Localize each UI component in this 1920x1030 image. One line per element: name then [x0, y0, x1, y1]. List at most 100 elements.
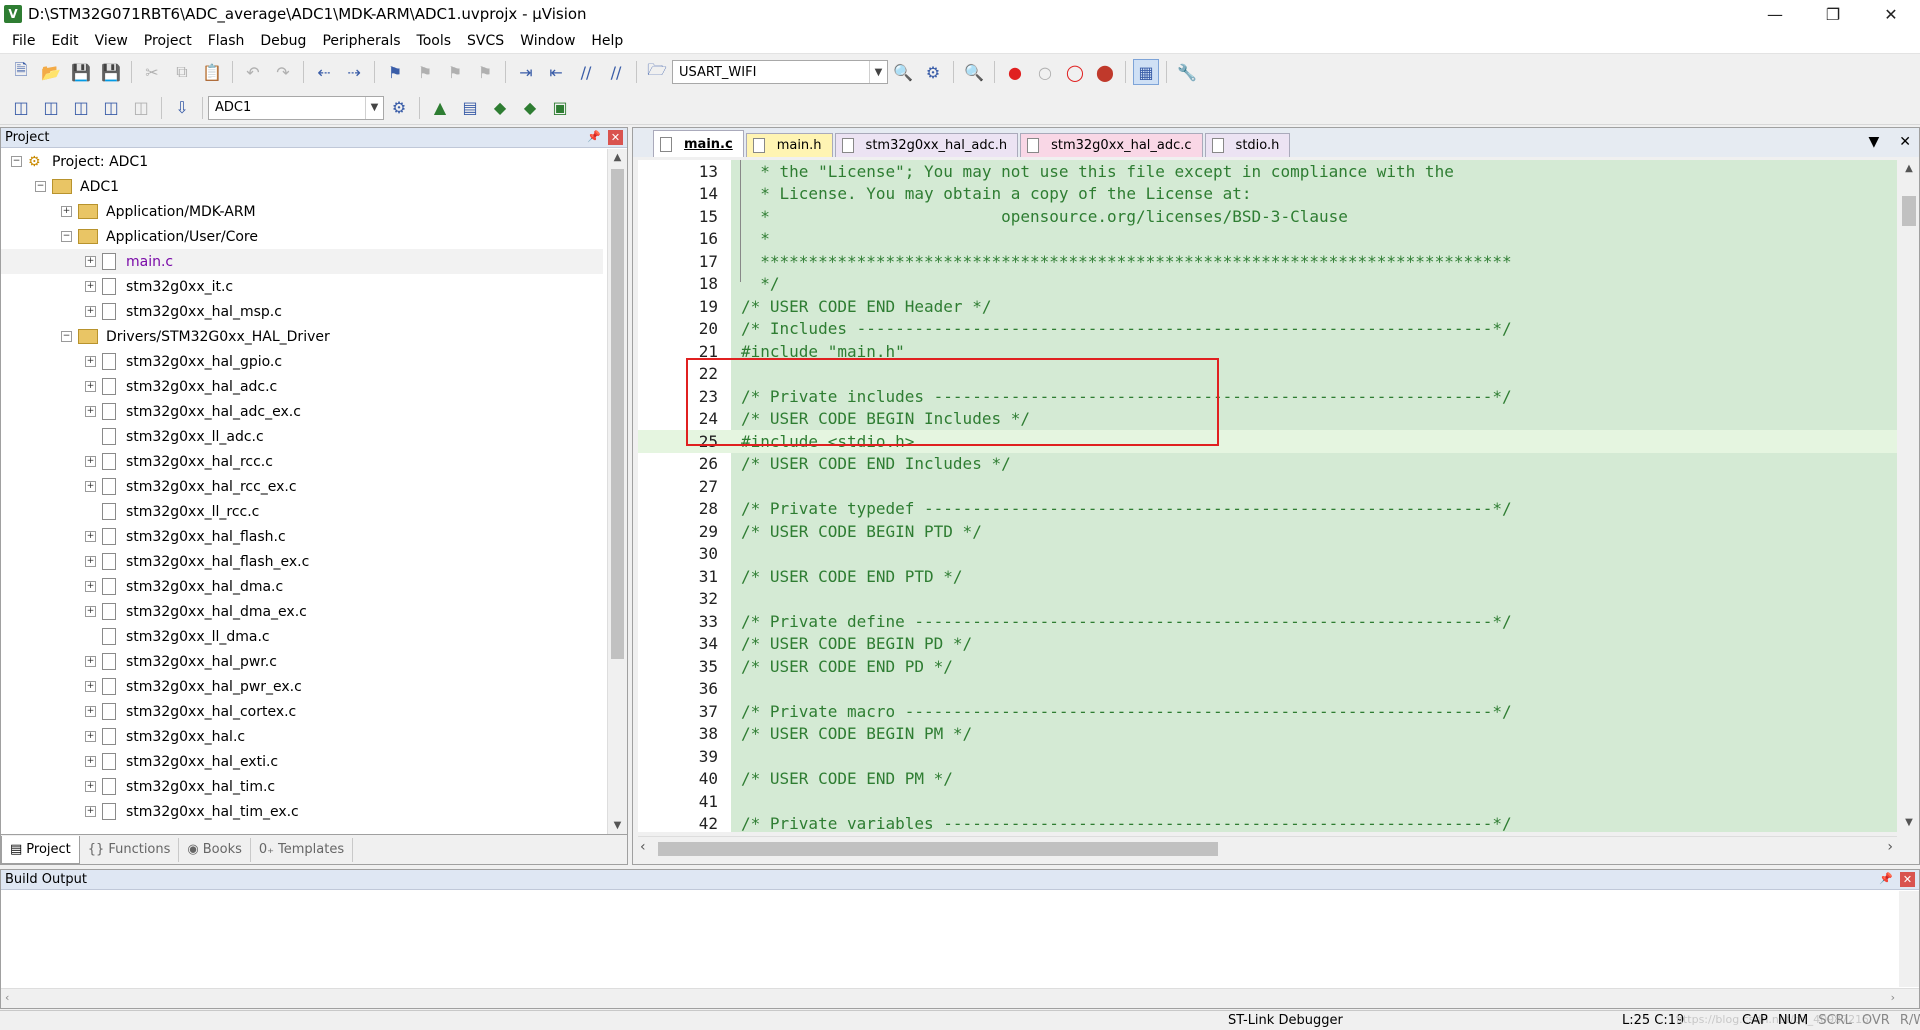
tree-file[interactable]: + stm32g0xx_hal_pwr.c [1, 649, 603, 674]
editor-tab-main-h[interactable]: main.h [745, 133, 833, 157]
build-output-text[interactable] [1, 891, 1899, 987]
undo-icon[interactable]: ↶ [240, 59, 266, 85]
tree-file[interactable]: + main.c [1, 249, 603, 274]
build-icon[interactable]: ◫ [38, 95, 64, 121]
tree-file[interactable]: + stm32g0xx_hal_dma.c [1, 574, 603, 599]
expand-icon[interactable]: + [85, 456, 96, 467]
code-line[interactable]: 38 /* USER CODE BEGIN PM */ [638, 723, 1897, 746]
new-file-icon[interactable]: 🗎 [8, 59, 34, 85]
expand-icon[interactable]: + [85, 556, 96, 567]
tree-file[interactable]: + stm32g0xx_hal_tim_ex.c [1, 799, 603, 824]
tree-file[interactable]: + stm32g0xx_hal_msp.c [1, 299, 603, 324]
tree-file[interactable]: + stm32g0xx_hal_adc_ex.c [1, 399, 603, 424]
wrench-icon[interactable]: 🔧 [1174, 59, 1200, 85]
editor-tab-main-c[interactable]: main.c [653, 130, 744, 157]
start-debug-icon[interactable]: 🔍 [961, 59, 987, 85]
expand-icon[interactable]: + [85, 706, 96, 717]
navigate-forward-icon[interactable]: ⇢ [341, 59, 367, 85]
stop-build-icon[interactable]: ◫ [128, 95, 154, 121]
restore-button[interactable]: ❐ [1804, 0, 1862, 28]
code-line[interactable]: 31 /* USER CODE END PTD */ [638, 565, 1897, 588]
window-layout-icon[interactable]: ▦ [1133, 59, 1159, 85]
code-line[interactable]: 20 /* Includes --------------------------… [638, 318, 1897, 341]
scrollbar-thumb[interactable] [611, 169, 624, 659]
indent-icon[interactable]: ⇥ [513, 59, 539, 85]
code-line[interactable]: 27 [638, 475, 1897, 498]
editor-horizontal-scrollbar[interactable]: ‹ › [638, 836, 1897, 860]
editor-vertical-scrollbar[interactable]: ▲ ▼ [1899, 160, 1919, 832]
tree-target[interactable]: − ADC1 [1, 174, 603, 199]
uncomment-icon[interactable]: // [603, 59, 629, 85]
expand-icon[interactable]: + [85, 781, 96, 792]
cut-icon[interactable]: ✂ [139, 59, 165, 85]
close-tab-icon[interactable]: ✕ [1899, 134, 1911, 150]
menu-flash[interactable]: Flash [200, 28, 253, 54]
tree-file[interactable]: + stm32g0xx_hal_rcc.c [1, 449, 603, 474]
scroll-down-icon[interactable]: ▼ [1899, 814, 1919, 832]
translate-icon[interactable]: ◫ [8, 95, 34, 121]
chevron-down-icon[interactable]: ▼ [365, 96, 383, 119]
code-line[interactable]: 26 /* USER CODE END Includes */ [638, 453, 1897, 476]
expand-icon[interactable]: + [85, 406, 96, 417]
manage-rte-icon[interactable]: ◆ [487, 95, 513, 121]
collapse-icon[interactable]: − [35, 181, 46, 192]
code-line[interactable]: 37 /* Private macro ---------------------… [638, 700, 1897, 723]
tab-books[interactable]: ◉ Books [179, 837, 251, 862]
tree-file[interactable]: + stm32g0xx_hal_tim.c [1, 774, 603, 799]
minimize-button[interactable]: — [1746, 0, 1804, 28]
menu-tools[interactable]: Tools [409, 28, 460, 54]
build-output-horizontal-scrollbar[interactable]: ‹ › [1, 988, 1919, 1008]
close-window-button[interactable]: ✕ [1862, 0, 1920, 28]
tree-file[interactable]: + stm32g0xx_hal_exti.c [1, 749, 603, 774]
code-line[interactable]: 34 /* USER CODE BEGIN PD */ [638, 633, 1897, 656]
expand-icon[interactable]: + [85, 581, 96, 592]
menu-window[interactable]: Window [512, 28, 583, 54]
pin-icon[interactable]: 📌 [1879, 872, 1893, 885]
expand-icon[interactable]: + [85, 381, 96, 392]
code-area[interactable]: 13 * the "License"; You may not use this… [638, 160, 1897, 832]
code-line[interactable]: 30 [638, 543, 1897, 566]
scrollbar-thumb[interactable] [658, 842, 1218, 856]
expand-icon[interactable]: + [85, 806, 96, 817]
target-options-icon[interactable]: ⚙ [386, 95, 412, 121]
build-output-vertical-scrollbar[interactable] [1899, 891, 1919, 987]
tree-group[interactable]: − Application/User/Core [1, 224, 603, 249]
scroll-left-icon[interactable]: ‹ [5, 991, 9, 1004]
save-icon[interactable]: 💾 [68, 59, 94, 85]
prev-bookmark-icon[interactable]: ⚑ [412, 59, 438, 85]
scroll-up-icon[interactable]: ▲ [1899, 160, 1919, 178]
editor-tab-stdio-h[interactable]: stdio.h [1204, 133, 1291, 157]
code-line[interactable]: 19 /* USER CODE END Header */ [638, 295, 1897, 318]
menu-debug[interactable]: Debug [252, 28, 314, 54]
code-line[interactable]: 39 [638, 745, 1897, 768]
open-file-icon[interactable]: 📂 [38, 59, 64, 85]
collapse-icon[interactable]: − [61, 331, 72, 342]
expand-icon[interactable]: + [85, 531, 96, 542]
code-line[interactable]: 28 /* Private typedef -------------------… [638, 498, 1897, 521]
tab-project[interactable]: ▤ Project [1, 835, 80, 864]
tree-file[interactable]: + stm32g0xx_hal_gpio.c [1, 349, 603, 374]
code-line[interactable]: 29 /* USER CODE BEGIN PTD */ [638, 520, 1897, 543]
navigate-back-icon[interactable]: ⇠ [311, 59, 337, 85]
pack-installer-icon[interactable]: ◆ [517, 95, 543, 121]
code-line[interactable]: 41 [638, 790, 1897, 813]
select-packs-icon[interactable]: ▤ [457, 95, 483, 121]
expand-icon[interactable]: + [85, 731, 96, 742]
incremental-find-icon[interactable]: 🔍 [890, 59, 916, 85]
menu-edit[interactable]: Edit [43, 28, 86, 54]
tree-file[interactable]: + stm32g0xx_hal.c [1, 724, 603, 749]
expand-icon[interactable]: + [85, 656, 96, 667]
tree-file[interactable]: stm32g0xx_ll_rcc.c [1, 499, 603, 524]
bookmark-icon[interactable]: ⚑ [382, 59, 408, 85]
tree-project-root[interactable]: − ⚙ Project: ADC1 [1, 149, 603, 174]
next-bookmark-icon[interactable]: ⚑ [442, 59, 468, 85]
paste-icon[interactable]: 📋 [199, 59, 225, 85]
editor-tab-stm32g0xx_hal_adc-c[interactable]: stm32g0xx_hal_adc.c [1020, 133, 1203, 157]
menu-project[interactable]: Project [136, 28, 200, 54]
code-line[interactable]: 16 * [638, 228, 1897, 251]
expand-icon[interactable]: + [85, 681, 96, 692]
code-line[interactable]: 42 /* Private variables -----------------… [638, 813, 1897, 832]
tree-file[interactable]: stm32g0xx_ll_adc.c [1, 424, 603, 449]
download-icon[interactable]: ⇩ [169, 95, 195, 121]
code-line[interactable]: 40 /* USER CODE END PM */ [638, 768, 1897, 791]
